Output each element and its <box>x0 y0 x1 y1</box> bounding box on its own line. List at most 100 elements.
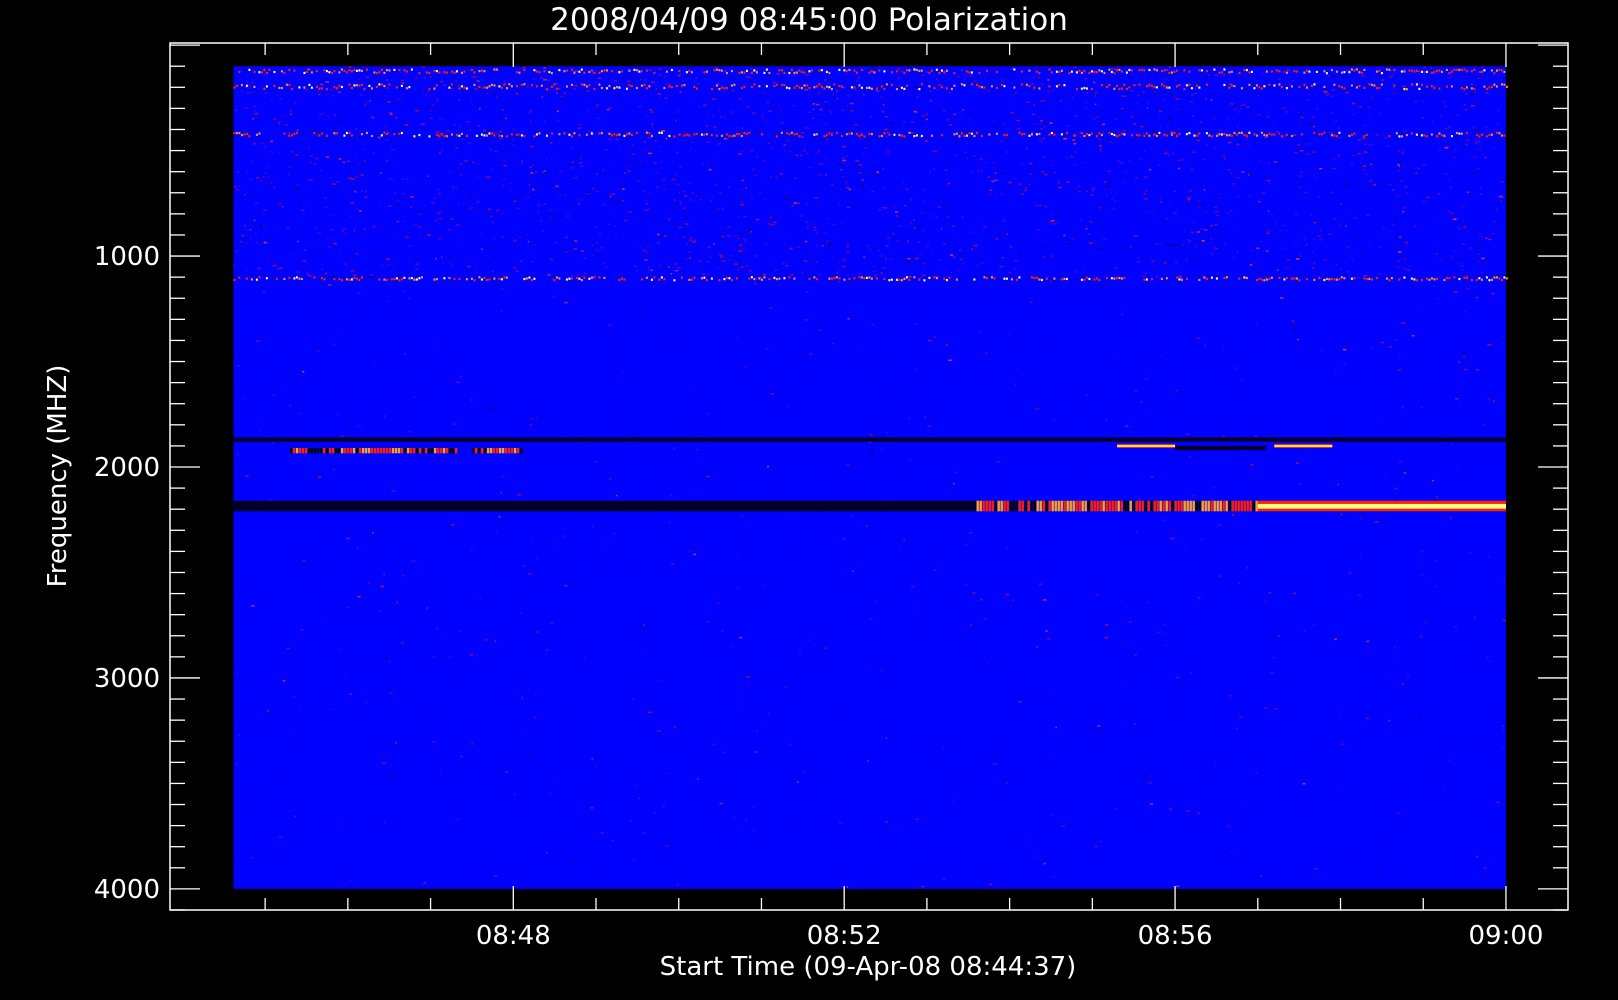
band-speckle <box>1265 70 1268 73</box>
noise-speck <box>522 565 526 568</box>
band-speckle <box>593 71 596 75</box>
band-speckle <box>753 83 756 86</box>
band-speckle <box>1503 276 1506 279</box>
noise-speck <box>1382 640 1385 642</box>
band-speckle <box>1223 83 1226 87</box>
noise-speck <box>317 232 322 234</box>
noise-speck <box>989 883 993 886</box>
noise-speck <box>1487 398 1491 401</box>
band-speckle <box>798 135 801 138</box>
noise-speck <box>236 453 239 455</box>
noise-speck <box>435 257 437 260</box>
noise-speck <box>1213 147 1217 149</box>
noise-speck <box>469 654 474 656</box>
noise-speck <box>691 241 696 243</box>
band-speckle <box>1108 83 1111 87</box>
noise-speck <box>1190 231 1194 234</box>
noise-speck <box>886 152 890 155</box>
band-speckle <box>1220 71 1223 74</box>
noise-speck <box>1340 513 1343 516</box>
noise-speck <box>804 88 809 91</box>
noise-speck <box>1191 94 1193 96</box>
noise-speck <box>534 694 537 697</box>
noise-speck <box>1026 101 1030 104</box>
noise-speck <box>1055 726 1057 729</box>
noise-speck <box>1186 239 1189 241</box>
band-speckle <box>240 84 243 87</box>
noise-speck <box>673 199 677 201</box>
noise-speck <box>443 84 446 86</box>
noise-speck <box>1346 271 1350 273</box>
noise-speck <box>1097 725 1101 727</box>
noise-speck <box>1287 258 1291 261</box>
noise-speck <box>1404 241 1409 244</box>
noise-speck <box>1361 157 1364 160</box>
noise-speck <box>1331 75 1334 77</box>
noise-speck <box>379 202 381 205</box>
noise-speck <box>1102 238 1107 240</box>
band-speckle <box>725 133 728 136</box>
band-speckle <box>840 85 843 88</box>
band-speckle <box>720 86 723 89</box>
noise-speck <box>633 859 635 862</box>
noise-speck <box>772 81 777 84</box>
band-speckle <box>1290 277 1293 280</box>
band-speckle <box>1080 278 1083 281</box>
noise-speck <box>1448 233 1453 236</box>
noise-speck <box>685 218 688 220</box>
noise-speck <box>1190 672 1192 674</box>
noise-speck <box>980 170 983 172</box>
noise-speck <box>1111 68 1114 70</box>
noise-speck <box>263 172 267 174</box>
band-speckle <box>1113 87 1116 90</box>
noise-speck <box>948 123 953 126</box>
band-speckle <box>748 277 751 280</box>
noise-speck <box>529 418 534 420</box>
noise-speck <box>1305 244 1308 246</box>
noise-speck <box>1144 212 1149 214</box>
band-speckle <box>1303 71 1306 74</box>
noise-speck <box>1137 256 1140 259</box>
noise-speck <box>566 215 570 217</box>
noise-speck <box>1228 118 1230 121</box>
noise-speck <box>913 226 916 229</box>
noise-speck <box>1186 260 1188 262</box>
noise-speck <box>353 185 355 187</box>
noise-speck <box>667 266 670 268</box>
noise-speck <box>815 261 818 263</box>
band-speckle <box>760 133 763 136</box>
noise-speck <box>1374 521 1379 523</box>
noise-speck <box>1357 594 1362 597</box>
noise-speck <box>885 136 889 138</box>
noise-speck <box>1226 212 1230 214</box>
band-speckle <box>1370 278 1373 281</box>
band-speckle <box>1273 133 1276 136</box>
noise-speck <box>328 712 330 715</box>
noise-speck <box>1261 270 1263 272</box>
noise-speck <box>1040 421 1043 423</box>
noise-speck <box>388 689 391 691</box>
band-speckle <box>820 85 823 88</box>
band-mixed-strip <box>1153 500 1156 512</box>
band-speckle <box>578 70 581 73</box>
noise-speck <box>1139 158 1143 161</box>
noise-speck <box>1036 646 1038 648</box>
noise-speck <box>400 79 404 81</box>
band-mixed-strip <box>322 448 326 454</box>
band-speckle <box>460 85 463 88</box>
noise-speck <box>512 231 514 233</box>
band-speckle <box>1020 83 1023 86</box>
band-speckle <box>620 277 623 280</box>
band-mixed-strip <box>346 448 350 454</box>
noise-speck <box>363 228 366 230</box>
band-speckle <box>1105 85 1108 88</box>
noise-speck <box>482 98 485 100</box>
noise-speck <box>603 262 606 264</box>
noise-speck <box>1396 195 1399 198</box>
band-speckle <box>498 134 501 137</box>
noise-speck <box>333 239 335 241</box>
noise-speck <box>1218 193 1221 196</box>
noise-speck <box>684 195 688 197</box>
noise-speck <box>775 132 780 134</box>
noise-speck <box>657 233 660 236</box>
